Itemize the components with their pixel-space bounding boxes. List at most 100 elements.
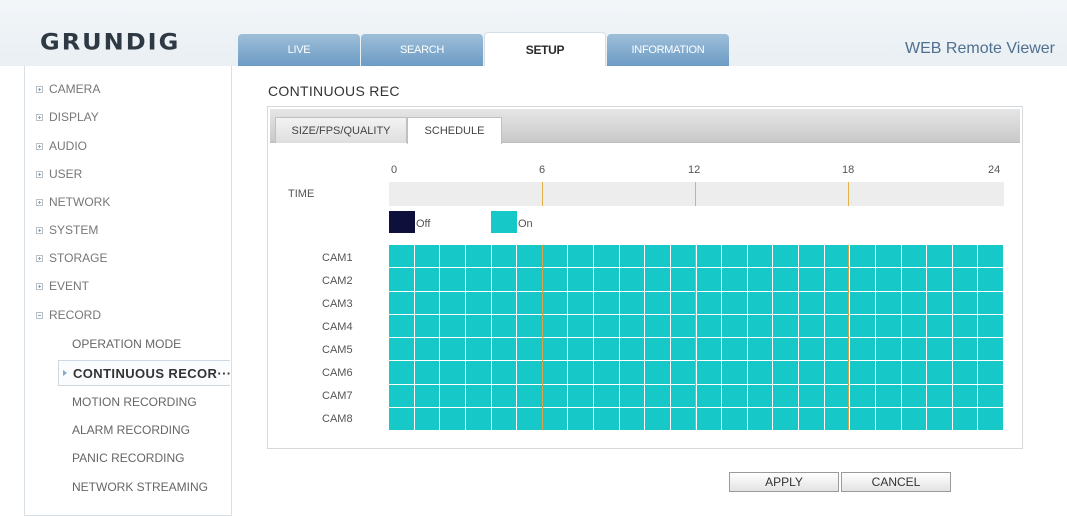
schedule-cell[interactable] (542, 407, 568, 430)
schedule-cell[interactable] (465, 338, 491, 361)
schedule-cell[interactable] (491, 338, 517, 361)
schedule-cell[interactable] (594, 407, 619, 430)
schedule-cell[interactable] (824, 314, 850, 337)
schedule-cell[interactable] (594, 314, 619, 337)
schedule-cell[interactable] (696, 338, 722, 361)
schedule-cell[interactable] (414, 245, 440, 268)
schedule-cell[interactable] (389, 268, 414, 291)
schedule-cell[interactable] (389, 314, 414, 337)
schedule-cell[interactable] (927, 268, 952, 291)
sidebar-item-camera[interactable]: CAMERA (36, 82, 100, 96)
schedule-cell[interactable] (670, 314, 696, 337)
schedule-cell[interactable] (389, 245, 414, 268)
schedule-cell[interactable] (901, 245, 927, 268)
schedule-cell[interactable] (670, 245, 696, 268)
schedule-cell[interactable] (824, 245, 850, 268)
schedule-cell[interactable] (414, 407, 440, 430)
schedule-cell[interactable] (799, 268, 824, 291)
schedule-cell[interactable] (696, 384, 722, 407)
schedule-cell[interactable] (517, 338, 542, 361)
schedule-cell[interactable] (978, 268, 1003, 291)
schedule-cell[interactable] (901, 291, 927, 314)
schedule-cell[interactable] (952, 268, 978, 291)
schedule-cell[interactable] (491, 245, 517, 268)
schedule-cell[interactable] (850, 338, 875, 361)
schedule-cell[interactable] (747, 407, 773, 430)
schedule-cell[interactable] (901, 268, 927, 291)
schedule-cell[interactable] (927, 245, 952, 268)
tab-size-fps-quality[interactable]: SIZE/FPS/QUALITY (275, 117, 407, 143)
schedule-cell[interactable] (952, 291, 978, 314)
schedule-cell[interactable] (824, 291, 850, 314)
schedule-cell[interactable] (773, 338, 798, 361)
schedule-cell[interactable] (414, 338, 440, 361)
schedule-cell[interactable] (491, 291, 517, 314)
schedule-cell[interactable] (542, 361, 568, 384)
schedule-cell[interactable] (927, 291, 952, 314)
schedule-cell[interactable] (696, 361, 722, 384)
schedule-cell[interactable] (875, 407, 901, 430)
schedule-cell[interactable] (978, 245, 1003, 268)
schedule-cell[interactable] (799, 314, 824, 337)
schedule-cell[interactable] (875, 245, 901, 268)
schedule-cell[interactable] (670, 291, 696, 314)
schedule-cell[interactable] (824, 268, 850, 291)
legend-on-swatch[interactable] (491, 211, 517, 233)
schedule-cell[interactable] (414, 384, 440, 407)
schedule-cell[interactable] (901, 314, 927, 337)
schedule-cell[interactable] (850, 407, 875, 430)
schedule-cell[interactable] (542, 384, 568, 407)
schedule-cell[interactable] (722, 291, 747, 314)
schedule-cell[interactable] (901, 407, 927, 430)
schedule-cell[interactable] (389, 291, 414, 314)
schedule-cell[interactable] (440, 384, 465, 407)
schedule-cell[interactable] (414, 361, 440, 384)
schedule-cell[interactable] (978, 314, 1003, 337)
schedule-cell[interactable] (799, 291, 824, 314)
schedule-cell[interactable] (927, 361, 952, 384)
schedule-cell[interactable] (773, 407, 798, 430)
schedule-cell[interactable] (645, 291, 670, 314)
schedule-cell[interactable] (747, 268, 773, 291)
sidebar-item-record[interactable]: RECORD (36, 308, 101, 322)
schedule-cell[interactable] (952, 338, 978, 361)
schedule-cell[interactable] (594, 291, 619, 314)
schedule-cell[interactable] (619, 291, 645, 314)
schedule-cell[interactable] (799, 407, 824, 430)
schedule-cell[interactable] (414, 268, 440, 291)
schedule-cell[interactable] (875, 314, 901, 337)
schedule-cell[interactable] (568, 245, 593, 268)
schedule-cell[interactable] (773, 361, 798, 384)
schedule-cell[interactable] (440, 268, 465, 291)
schedule-cell[interactable] (389, 338, 414, 361)
schedule-cell[interactable] (722, 361, 747, 384)
sidebar-subitem-alarm-recording[interactable]: ALARM RECORDING (72, 423, 190, 437)
schedule-cell[interactable] (875, 291, 901, 314)
schedule-cell[interactable] (799, 361, 824, 384)
schedule-cell[interactable] (568, 268, 593, 291)
schedule-cell[interactable] (875, 384, 901, 407)
schedule-cell[interactable] (696, 407, 722, 430)
schedule-cell[interactable] (773, 384, 798, 407)
schedule-cell[interactable] (901, 361, 927, 384)
schedule-cell[interactable] (568, 407, 593, 430)
schedule-cell[interactable] (978, 338, 1003, 361)
schedule-cell[interactable] (645, 245, 670, 268)
schedule-cell[interactable] (491, 384, 517, 407)
schedule-cell[interactable] (645, 407, 670, 430)
schedule-cell[interactable] (465, 361, 491, 384)
schedule-cell[interactable] (927, 407, 952, 430)
tab-search[interactable]: SEARCH (361, 34, 483, 66)
schedule-cell[interactable] (440, 291, 465, 314)
schedule-cell[interactable] (952, 245, 978, 268)
schedule-cell[interactable] (517, 245, 542, 268)
schedule-cell[interactable] (696, 291, 722, 314)
legend-off-swatch[interactable] (389, 211, 415, 233)
schedule-cell[interactable] (645, 384, 670, 407)
schedule-cell[interactable] (568, 314, 593, 337)
schedule-cell[interactable] (389, 361, 414, 384)
schedule-cell[interactable] (901, 338, 927, 361)
schedule-cell[interactable] (824, 407, 850, 430)
schedule-cell[interactable] (619, 384, 645, 407)
sidebar-item-display[interactable]: DISPLAY (36, 110, 99, 124)
